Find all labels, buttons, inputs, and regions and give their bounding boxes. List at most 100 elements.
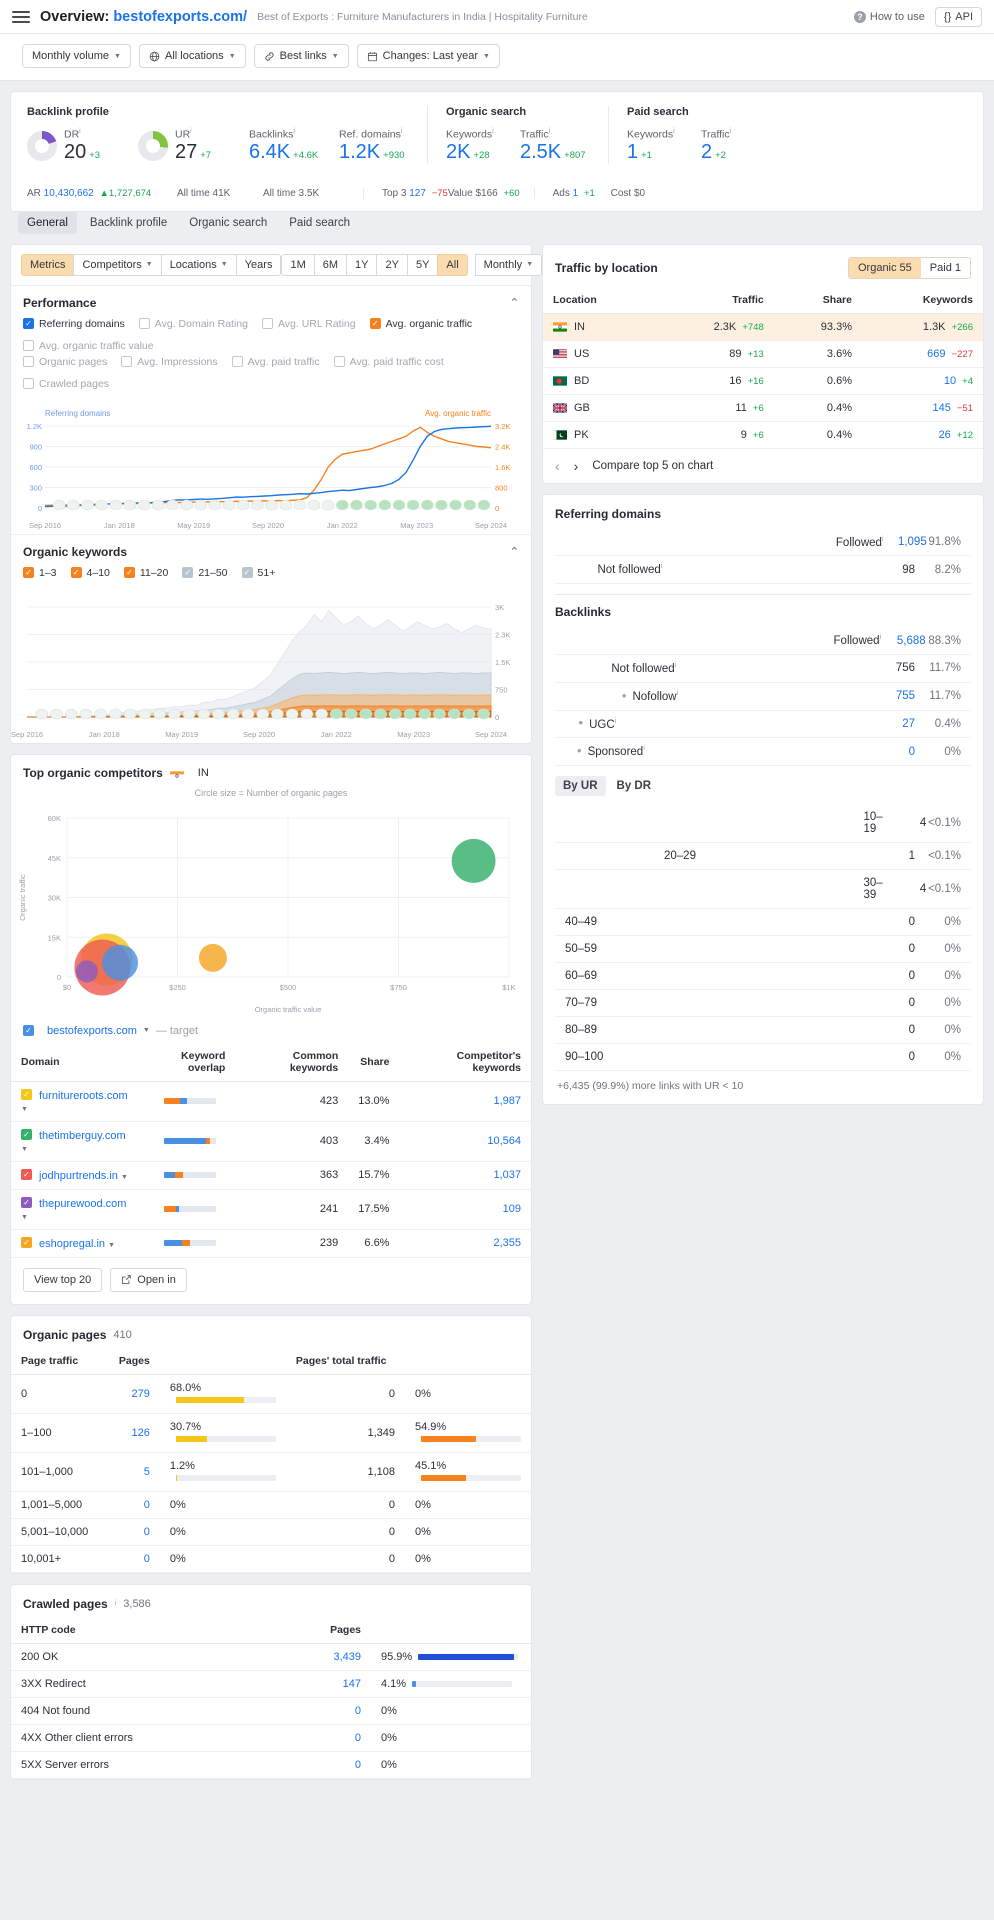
info-icon[interactable]: i: [401, 128, 403, 135]
competitor-color-swatch[interactable]: [21, 1196, 32, 1208]
table-row[interactable]: thetimberguy.com ▼ 4033.4% 10,564: [11, 1121, 531, 1162]
info-icon[interactable]: i: [661, 563, 663, 570]
competitor-keywords-value[interactable]: 1,987: [493, 1095, 521, 1107]
chart-mode-metrics[interactable]: Metrics: [21, 253, 75, 276]
competitor-domain-label[interactable]: thepurewood.com: [39, 1198, 126, 1210]
table-row[interactable]: 3XX Redirect 147 4.1%: [11, 1670, 531, 1698]
target-color-swatch[interactable]: [23, 1025, 34, 1036]
target-domain-label[interactable]: bestofexports.com: [47, 1025, 137, 1037]
perf-cb-avg-paid-traffic[interactable]: Avg. paid traffic: [231, 356, 320, 368]
table-row[interactable]: 1–100 126 30.7% 1,349 54.9%: [11, 1413, 531, 1453]
range-5y[interactable]: 5Y: [406, 253, 439, 276]
perf-cb-avg-url-rating[interactable]: Avg. URL Rating: [261, 318, 356, 330]
table-row[interactable]: US 89 +13 3.6% 669 −227: [543, 340, 983, 368]
chevron-right-icon[interactable]: ›: [574, 458, 579, 474]
pages-value[interactable]: 0: [144, 1499, 150, 1511]
perf-cb-crawled-pages[interactable]: Crawled pages: [23, 378, 109, 390]
location-toggle-paid[interactable]: Paid 1: [920, 257, 970, 278]
competitor-keywords-value[interactable]: 1,037: [493, 1169, 521, 1181]
chevron-up-icon[interactable]: ⌃: [510, 296, 519, 309]
ok-cb-4-10[interactable]: ✓ 4–10: [70, 567, 110, 579]
ok-cb-11-20[interactable]: ✓ 11–20: [123, 567, 168, 579]
info-icon[interactable]: i: [615, 718, 617, 725]
perf-cb-referring-domains[interactable]: ✓ Referring domains: [23, 318, 125, 330]
competitor-keywords-value[interactable]: 109: [503, 1203, 521, 1215]
chevron-down-icon[interactable]: ▼: [108, 1242, 115, 1249]
ok-cb-51-[interactable]: ✓ 51+: [241, 567, 275, 579]
table-row[interactable]: 1,001–5,000 0 0% 0 0%: [11, 1491, 531, 1519]
range-6m[interactable]: 6M: [313, 253, 348, 276]
table-row[interactable]: furnitureroots.com ▼ 42313.0% 1,987: [11, 1081, 531, 1122]
info-icon[interactable]: i: [730, 128, 732, 135]
chart-mode-locations[interactable]: Locations ▼: [160, 253, 237, 276]
info-icon[interactable]: i: [492, 128, 494, 135]
table-row[interactable]: 404 Not found 0 0%: [11, 1697, 531, 1725]
info-icon[interactable]: i: [673, 128, 675, 135]
competitor-keywords-value[interactable]: 10,564: [487, 1135, 521, 1147]
pages-value[interactable]: 5: [144, 1466, 150, 1478]
info-icon[interactable]: i: [549, 128, 551, 135]
ur-distribution-row[interactable]: 80–89 0 0%: [555, 1017, 971, 1045]
segment-by-ur[interactable]: By UR: [555, 776, 606, 797]
ur-distribution-row[interactable]: 10–19 4 <0.1%: [555, 804, 971, 844]
perf-cb-avg-paid-traffic-cost[interactable]: Avg. paid traffic cost: [333, 356, 444, 368]
table-row[interactable]: 10,001+ 0 0% 0 0%: [11, 1545, 531, 1573]
backlink-row[interactable]: • Sponsoredi 0 0%: [555, 738, 971, 767]
chevron-down-icon[interactable]: ▼: [21, 1106, 28, 1113]
chevron-up-icon[interactable]: ⌃: [510, 545, 519, 558]
ur-distribution-row[interactable]: 60–69 0 0%: [555, 963, 971, 991]
crawled-pages-value[interactable]: 147: [343, 1678, 361, 1690]
target-domain-link[interactable]: bestofexports.com/: [113, 9, 247, 25]
range-all[interactable]: All: [437, 253, 468, 276]
referring-domain-row[interactable]: Not followedi 98 8.2%: [555, 556, 971, 585]
backlink-row[interactable]: Not followedi 756 11.7%: [555, 655, 971, 683]
info-icon[interactable]: i: [190, 128, 192, 135]
competitor-color-swatch[interactable]: [21, 1128, 32, 1140]
competitor-color-swatch[interactable]: [21, 1088, 32, 1100]
table-row[interactable]: GB 11 +6 0.4% 145 −51: [543, 394, 983, 422]
table-row[interactable]: 5,001–10,000 0 0% 0 0%: [11, 1518, 531, 1546]
chevron-down-icon[interactable]: ▼: [21, 1214, 28, 1221]
organic-keywords-chart[interactable]: 3K 2.3K 1.5K 750 0 Sep 2016 Jan 2018 May 2019 Se…: [11, 589, 531, 743]
chart-mode-years[interactable]: Years: [235, 253, 282, 276]
pages-value[interactable]: 126: [132, 1427, 150, 1439]
ur-distribution-row[interactable]: 20–29 1 <0.1%: [555, 843, 971, 871]
info-icon[interactable]: i: [293, 128, 295, 135]
ur-distribution-row[interactable]: 90–100 0 0%: [555, 1044, 971, 1072]
compare-top-5-label[interactable]: Compare top 5 on chart: [592, 460, 713, 472]
perf-cb-avg-organic-traffic[interactable]: ✓ Avg. organic traffic: [369, 318, 472, 330]
table-row[interactable]: PK 9 +6 0.4% 26 +12: [543, 421, 983, 449]
filter-changes-last-year[interactable]: Changes: Last year ▼: [356, 44, 500, 68]
table-row[interactable]: jodhpurtrends.in ▼ 36315.7% 1,037: [11, 1161, 531, 1190]
filter-best-links[interactable]: Best links ▼: [253, 44, 349, 68]
range-1y[interactable]: 1Y: [346, 253, 378, 276]
segment-by-dr[interactable]: By DR: [609, 776, 660, 796]
backlink-row[interactable]: • Nofollowi 755 11.7%: [555, 683, 971, 711]
range-2y[interactable]: 2Y: [376, 253, 408, 276]
competitor-view-top-20[interactable]: View top 20: [23, 1267, 103, 1292]
range-1m[interactable]: 1M: [281, 253, 315, 276]
chevron-down-icon[interactable]: ▼: [21, 1146, 28, 1153]
menu-icon[interactable]: [12, 10, 30, 23]
table-row[interactable]: 200 OK 3,439 95.9%: [11, 1643, 531, 1671]
ur-distribution-row[interactable]: 30–39 4 <0.1%: [555, 870, 971, 910]
referring-domain-row[interactable]: Followedi 1,095 91.8%: [555, 529, 971, 557]
how-to-use-button[interactable]: ? How to use: [853, 10, 925, 23]
perf-cb-avg-domain-rating[interactable]: Avg. Domain Rating: [138, 318, 248, 330]
chevron-left-icon[interactable]: ‹: [555, 458, 560, 474]
ok-cb-1-3[interactable]: ✓ 1–3: [23, 567, 57, 579]
competitor-color-swatch[interactable]: [21, 1236, 32, 1248]
info-icon[interactable]: i: [643, 745, 645, 752]
competitor-domain-label[interactable]: thetimberguy.com: [39, 1130, 126, 1142]
pages-value[interactable]: 0: [144, 1553, 150, 1565]
info-icon[interactable]: i: [677, 690, 679, 697]
ur-distribution-row[interactable]: 40–49 0 0%: [555, 909, 971, 937]
tab-organic-search[interactable]: Organic search: [180, 212, 276, 234]
perf-cb-avg-organic-traffic-value[interactable]: Avg. organic traffic value: [23, 340, 154, 352]
ur-distribution-row[interactable]: 50–59 0 0%: [555, 936, 971, 964]
backlink-row[interactable]: • UGCi 27 0.4%: [555, 711, 971, 739]
table-row[interactable]: thepurewood.com ▼ 24117.5% 109: [11, 1189, 531, 1230]
tab-general[interactable]: General: [18, 211, 77, 234]
competitor-color-swatch[interactable]: [21, 1168, 32, 1180]
table-row[interactable]: 5XX Server errors 0 0%: [11, 1751, 531, 1779]
